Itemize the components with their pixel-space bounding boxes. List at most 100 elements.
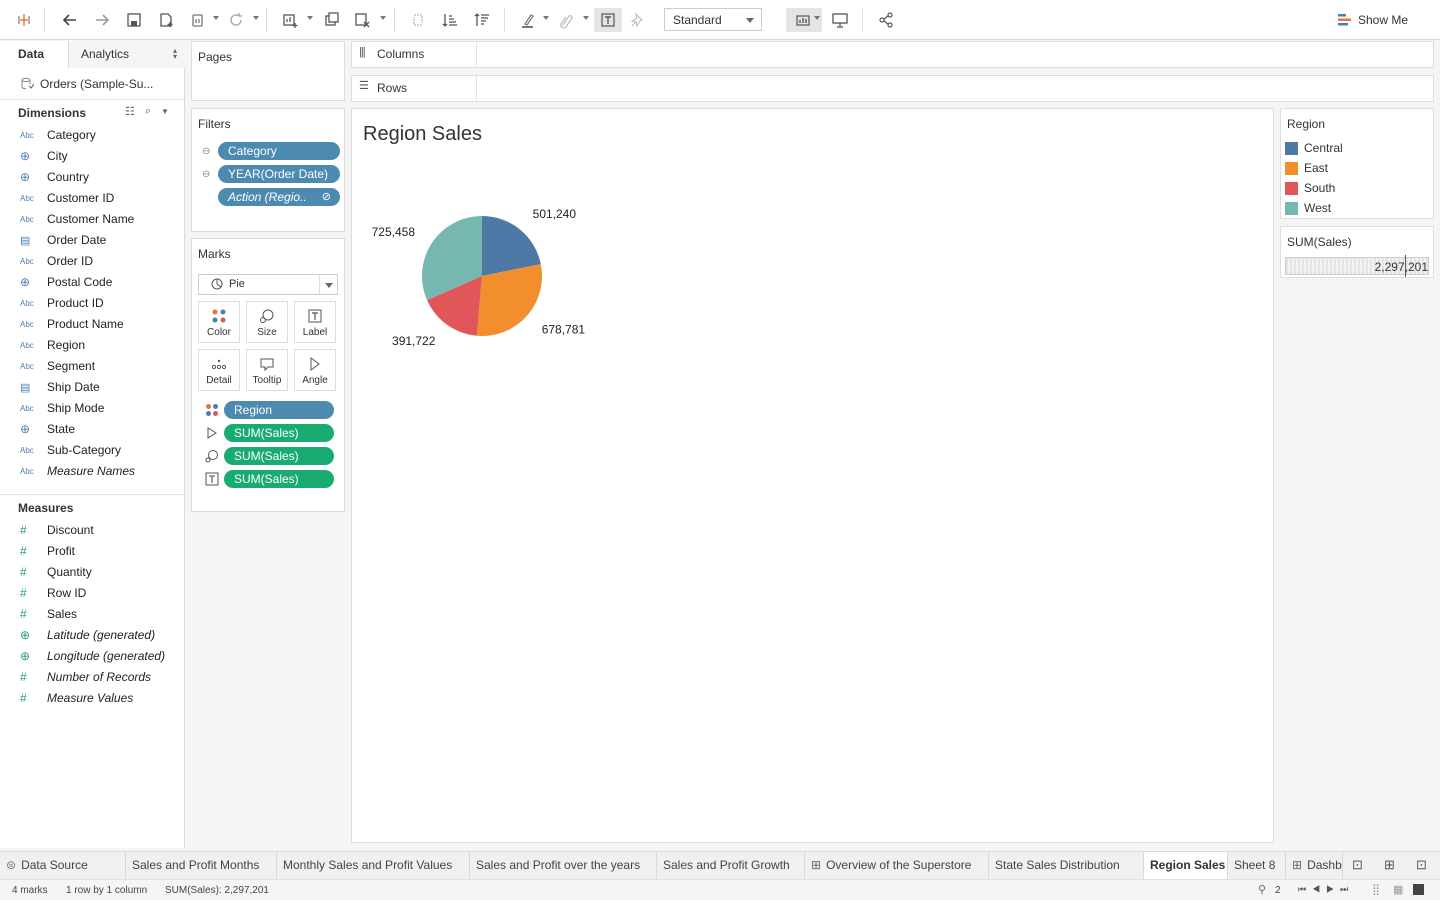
measure-field[interactable]: # Discount [0, 520, 184, 540]
highlight-icon[interactable] [516, 8, 540, 32]
color-legend[interactable]: Region Central East South West [1280, 108, 1434, 219]
new-worksheet-icon[interactable] [278, 8, 302, 32]
marks-angle-button[interactable]: Angle [294, 349, 336, 391]
datasource-item[interactable]: Orders (Sample-Su... [20, 74, 180, 94]
dimension-field[interactable]: Abc Sub-Category [0, 440, 184, 460]
dimension-field[interactable]: ▤ Order Date [0, 230, 184, 250]
marks-tooltip-button[interactable]: Tooltip [246, 349, 288, 391]
marks-pill-sum-sales-size[interactable]: SUM(Sales) [224, 447, 334, 465]
sheet-tab[interactable]: Sales and Profit Months [126, 852, 277, 880]
legend-item[interactable]: Central [1285, 139, 1343, 157]
sheet-tab[interactable]: State Sales Distribution [989, 852, 1144, 880]
dimension-field[interactable]: Abc Customer ID [0, 188, 184, 208]
user-icon[interactable]: ⚲ [1258, 883, 1266, 896]
number-type-icon: # [20, 565, 27, 579]
save-icon[interactable] [122, 8, 146, 32]
marks-pill-sum-sales-angle[interactable]: SUM(Sales) [224, 424, 334, 442]
legend-item[interactable]: West [1285, 199, 1331, 217]
globe-icon: ⊕ [20, 149, 31, 163]
dimension-field[interactable]: ⊕ Country [0, 167, 184, 187]
share-icon[interactable] [874, 8, 898, 32]
dimension-field[interactable]: ⊕ State [0, 419, 184, 439]
fit-dropdown[interactable]: Standard [664, 8, 762, 31]
pages-card[interactable]: Pages [191, 41, 345, 101]
pie-chart[interactable]: 501,240 678,781 391,722 725,458 [352, 109, 1275, 844]
dimension-field[interactable]: Abc Ship Mode [0, 398, 184, 418]
sheet-tab[interactable]: Monthly Sales and Profit Values [277, 852, 470, 880]
marks-label-button[interactable]: Label [294, 301, 336, 343]
filter-pill-year-order-date[interactable]: YEAR(Order Date) [218, 165, 340, 183]
view-list-icon[interactable]: ☷ [125, 105, 135, 118]
group-members-icon[interactable] [554, 8, 578, 32]
presentation-mode-icon[interactable] [828, 8, 852, 32]
dimension-field[interactable]: Abc Segment [0, 356, 184, 376]
legend-item[interactable]: South [1285, 179, 1335, 197]
measure-field[interactable]: ⊕ Latitude (generated) [0, 625, 184, 645]
chevron-down-icon[interactable]: ▼ [161, 107, 169, 116]
dimension-field[interactable]: Abc Product Name [0, 314, 184, 334]
fix-axes-icon[interactable] [626, 8, 650, 32]
marks-detail-button[interactable]: Detail [198, 349, 240, 391]
search-icon[interactable]: ⌕ [145, 105, 151, 118]
filter-pill-action[interactable]: Action (Regio.. ⊘ [218, 188, 340, 206]
dimension-field[interactable]: Abc Customer Name [0, 209, 184, 229]
show-sheet-sorter-icon[interactable]: ▦ [1393, 883, 1403, 896]
measure-field[interactable]: ⊕ Longitude (generated) [0, 646, 184, 666]
measure-field[interactable]: # Number of Records [0, 667, 184, 687]
pause-updates-icon[interactable] [186, 8, 210, 32]
sheet-tab[interactable]: Sheet 8 [1228, 852, 1286, 880]
dimension-field[interactable]: Abc Region [0, 335, 184, 355]
presentation-options-icon[interactable] [786, 8, 822, 32]
worksheet-view[interactable]: Region Sales 501,240 678,781 391,722 725,45… [351, 108, 1274, 843]
duplicate-sheet-icon[interactable] [320, 8, 344, 32]
marks-size-button[interactable]: Size [246, 301, 288, 343]
sheet-tab[interactable]: Region Sales [1144, 852, 1228, 880]
marks-pill-sum-sales-label[interactable]: SUM(Sales) [224, 470, 334, 488]
show-filmstrip-icon[interactable]: ⣿ [1372, 883, 1380, 896]
tab-data-source[interactable]: ⊜ Data Source [0, 852, 126, 880]
filter-pill-category[interactable]: Category [218, 142, 340, 160]
redo-icon[interactable] [90, 8, 114, 32]
swap-rows-columns-icon[interactable] [406, 8, 430, 32]
measure-field[interactable]: # Quantity [0, 562, 184, 582]
tab-data[interactable]: Data [0, 41, 68, 68]
clear-sheet-icon[interactable] [350, 8, 374, 32]
sheet-tab[interactable]: Sales and Profit Growth [657, 852, 805, 880]
dimension-field[interactable]: ▤ Ship Date [0, 377, 184, 397]
new-worksheet-icon[interactable]: ⊡ [1352, 857, 1363, 873]
dimension-field[interactable]: Abc Category [0, 125, 184, 145]
show-mark-labels-icon[interactable] [594, 8, 622, 32]
legend-item[interactable]: East [1285, 159, 1328, 177]
new-datasource-icon[interactable] [154, 8, 178, 32]
refresh-icon[interactable] [224, 8, 248, 32]
size-legend[interactable]: SUM(Sales) 2,297,201 [1280, 226, 1434, 278]
sheet-navigation-icons[interactable]: ⏮◀▶⏭ [1298, 884, 1354, 895]
filters-card[interactable]: Filters ⊖ Category ⊖ YEAR(Order Date) Ac… [191, 108, 345, 232]
measure-field[interactable]: # Measure Values [0, 688, 184, 708]
dimension-field[interactable]: Abc Product ID [0, 293, 184, 313]
marks-pill-region[interactable]: Region [224, 401, 334, 419]
undo-icon[interactable] [58, 8, 82, 32]
tab-analytics[interactable]: Analytics ▴ ▾ [68, 41, 185, 68]
sheet-tab[interactable]: ⊞ Dashb [1286, 852, 1343, 880]
new-dashboard-icon[interactable]: ⊞ [1384, 857, 1395, 873]
sheet-tab[interactable]: Sales and Profit over the years [470, 852, 657, 880]
dimension-field[interactable]: ⊕ Postal Code [0, 272, 184, 292]
measure-field[interactable]: # Sales [0, 604, 184, 624]
columns-shelf[interactable]: ||| Columns [351, 41, 1434, 68]
new-story-icon[interactable]: ⊡ [1416, 857, 1427, 873]
dimension-field[interactable]: Abc Measure Names [0, 461, 184, 481]
measure-field[interactable]: # Row ID [0, 583, 184, 603]
measure-field[interactable]: # Profit [0, 541, 184, 561]
sheet-tab[interactable]: ⊞ Overview of the Superstore [805, 852, 989, 880]
tableau-logo-icon[interactable] [12, 8, 36, 32]
dimension-field[interactable]: ⊕ City [0, 146, 184, 166]
mark-type-dropdown[interactable]: Pie [198, 274, 338, 295]
show-tabs-icon[interactable] [1413, 884, 1424, 895]
show-me-button[interactable]: Show Me [1338, 10, 1408, 30]
dimension-field[interactable]: Abc Order ID [0, 251, 184, 271]
sort-descending-icon[interactable] [470, 8, 494, 32]
sort-ascending-icon[interactable] [438, 8, 462, 32]
marks-color-button[interactable]: Color [198, 301, 240, 343]
rows-shelf[interactable]: ☰ Rows [351, 75, 1434, 102]
